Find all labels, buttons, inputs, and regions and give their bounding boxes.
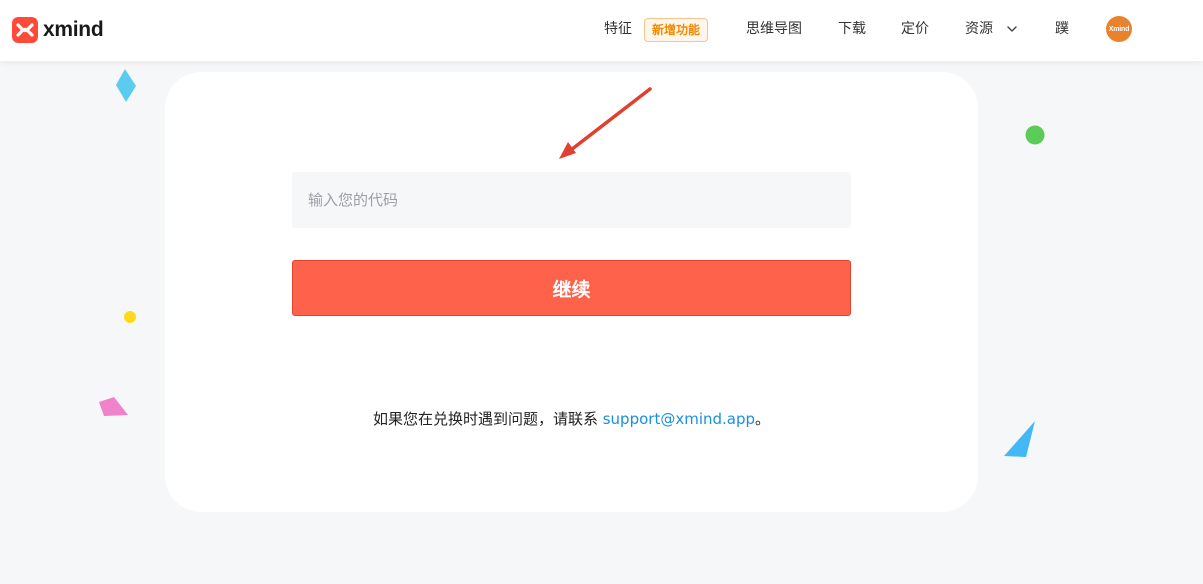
nav-download[interactable]: 下载 bbox=[838, 20, 866, 38]
confetti-blue-triangle bbox=[1004, 421, 1035, 457]
new-features-badge[interactable]: 新增功能 bbox=[644, 18, 709, 42]
support-email-link[interactable]: support@xmind.app bbox=[603, 410, 755, 428]
nav-features[interactable]: 特征 bbox=[604, 20, 632, 38]
user-avatar[interactable]: Xmind bbox=[1106, 16, 1132, 42]
confetti-dot-yellow bbox=[124, 311, 136, 323]
red-arrow-icon bbox=[559, 87, 652, 159]
logo-text: xmind bbox=[43, 17, 104, 41]
nav-resources[interactable]: 资源 bbox=[965, 20, 993, 38]
help-text-prefix: 如果您在兑换时遇到问题，请联系 bbox=[372, 410, 603, 428]
nav-extra[interactable]: 蹼 bbox=[1055, 20, 1069, 38]
nav-mind-map[interactable]: 思维导图 bbox=[746, 20, 802, 38]
code-input[interactable] bbox=[292, 172, 851, 228]
chevron-down-icon[interactable] bbox=[1006, 23, 1018, 35]
help-text: 如果您在兑换时遇到问题，请联系 support@xmind.app。 bbox=[165, 408, 978, 429]
confetti-diamond-blue bbox=[116, 69, 136, 102]
continue-button[interactable]: 继续 bbox=[292, 260, 851, 316]
top-navigation-bar: xmind 特征 新增功能 思维导图 下载 定价 资源 蹼 Xmind bbox=[0, 0, 1203, 61]
confetti-pink-shape bbox=[99, 397, 128, 416]
nav-pricing[interactable]: 定价 bbox=[901, 20, 929, 38]
xmind-logo-icon bbox=[12, 16, 38, 43]
xmind-logo[interactable]: xmind bbox=[12, 16, 104, 43]
help-text-suffix: 。 bbox=[755, 410, 771, 428]
confetti-dot-green bbox=[1025, 125, 1045, 145]
